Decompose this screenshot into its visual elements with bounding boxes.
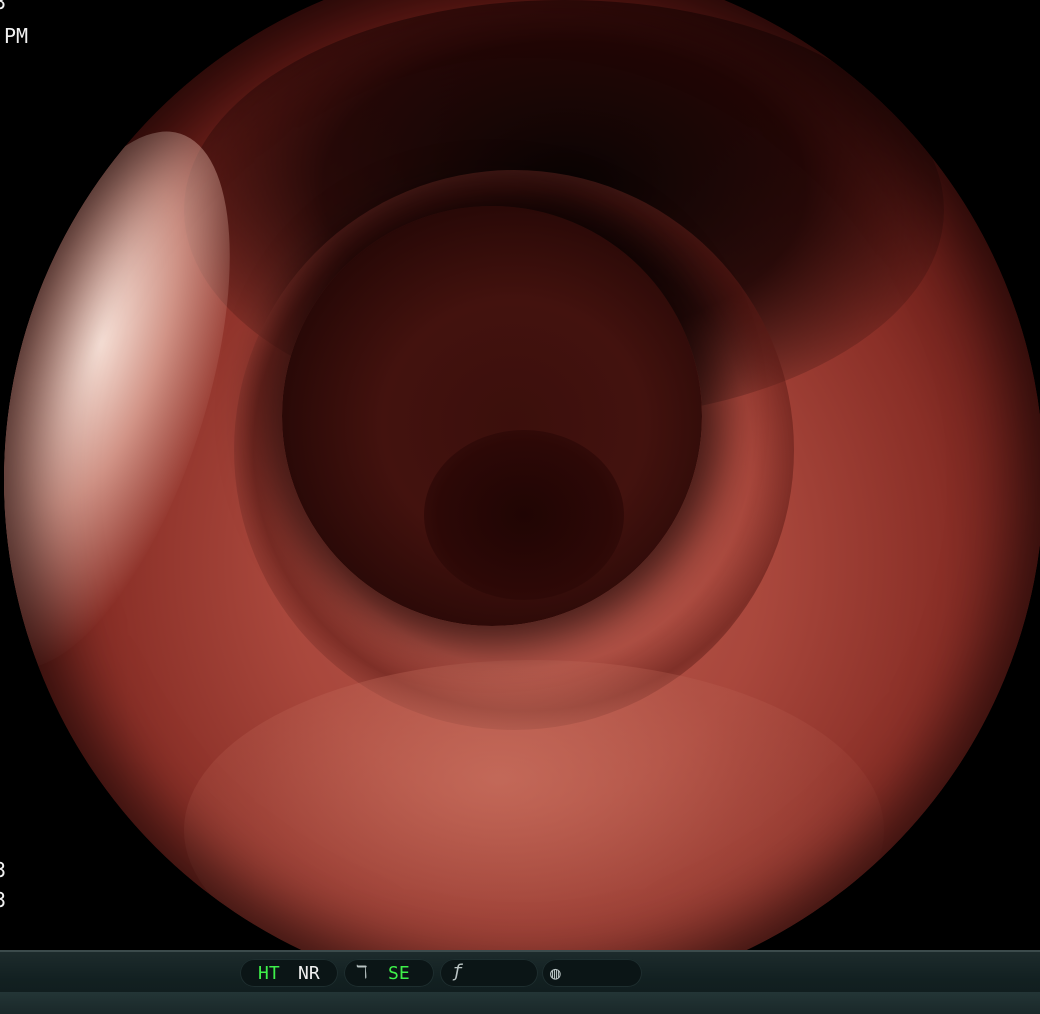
indicator-group-waveform: ◍: [542, 959, 642, 987]
indicator-group-se: ℸ SE: [344, 959, 434, 987]
top-left-text-fragment: 3: [0, 0, 7, 14]
time-ampm-label: PM: [4, 24, 29, 48]
se-indicator: SE: [388, 963, 410, 984]
function-icon: ƒ: [452, 961, 463, 982]
indicator-group-function: ƒ: [440, 959, 538, 987]
waveform-icon: ◍: [550, 963, 561, 984]
endoscope-image: [4, 0, 1040, 1000]
status-bar-strip: [0, 992, 1040, 1014]
vignette: [4, 0, 1040, 1000]
nr-indicator: NR: [298, 963, 320, 984]
status-bar: HT NR ℸ SE ƒ ◍: [0, 950, 1040, 1014]
bottom-left-text-fragment: 3: [0, 858, 7, 882]
endoscopy-screen: 3 PM 3 3 HT NR ℸ SE ƒ ◍: [0, 0, 1040, 1014]
tone-curve-icon: ℸ: [356, 962, 368, 983]
bottom-left-text-fragment: 3: [0, 888, 7, 912]
indicator-group-ht-nr: HT NR: [240, 959, 338, 987]
ht-indicator: HT: [258, 963, 280, 984]
